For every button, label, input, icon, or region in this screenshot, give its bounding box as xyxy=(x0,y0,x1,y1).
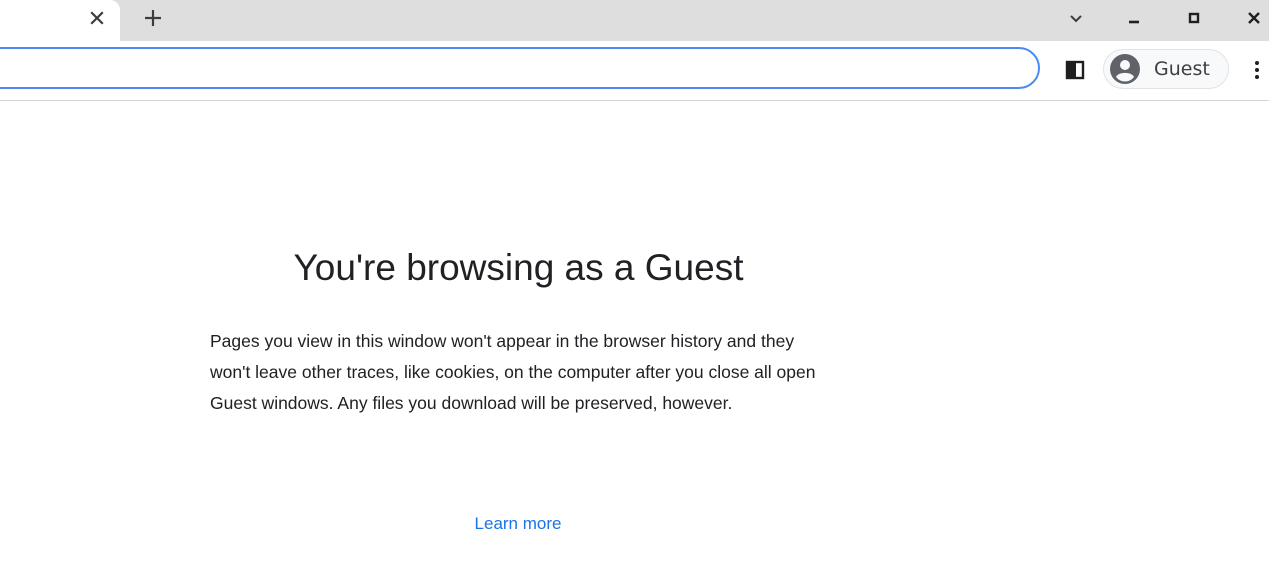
window-close-icon[interactable] xyxy=(1241,5,1267,31)
guest-description: Pages you view in this window won't appe… xyxy=(210,331,816,413)
profile-label: Guest xyxy=(1154,58,1210,80)
guest-intro-page: You're browsing as a Guest Pages you vie… xyxy=(0,101,1269,577)
profile-button[interactable]: Guest xyxy=(1103,49,1229,89)
account-circle-icon xyxy=(1110,54,1140,84)
active-tab[interactable] xyxy=(0,0,120,41)
side-panel-icon[interactable] xyxy=(1061,56,1089,84)
address-bar[interactable] xyxy=(0,47,1040,89)
kebab-menu-icon[interactable] xyxy=(1247,56,1267,84)
browser-toolbar: Guest xyxy=(0,41,1269,101)
title-bar xyxy=(0,0,1269,41)
address-input[interactable] xyxy=(22,55,926,83)
minimize-icon[interactable] xyxy=(1121,5,1147,31)
close-icon[interactable] xyxy=(86,7,108,29)
plus-icon[interactable] xyxy=(140,5,166,31)
page-title: You're browsing as a Guest xyxy=(293,247,744,288)
learn-more-link[interactable]: Learn more xyxy=(418,513,618,535)
chevron-down-icon[interactable] xyxy=(1063,5,1089,31)
maximize-icon[interactable] xyxy=(1181,5,1207,31)
